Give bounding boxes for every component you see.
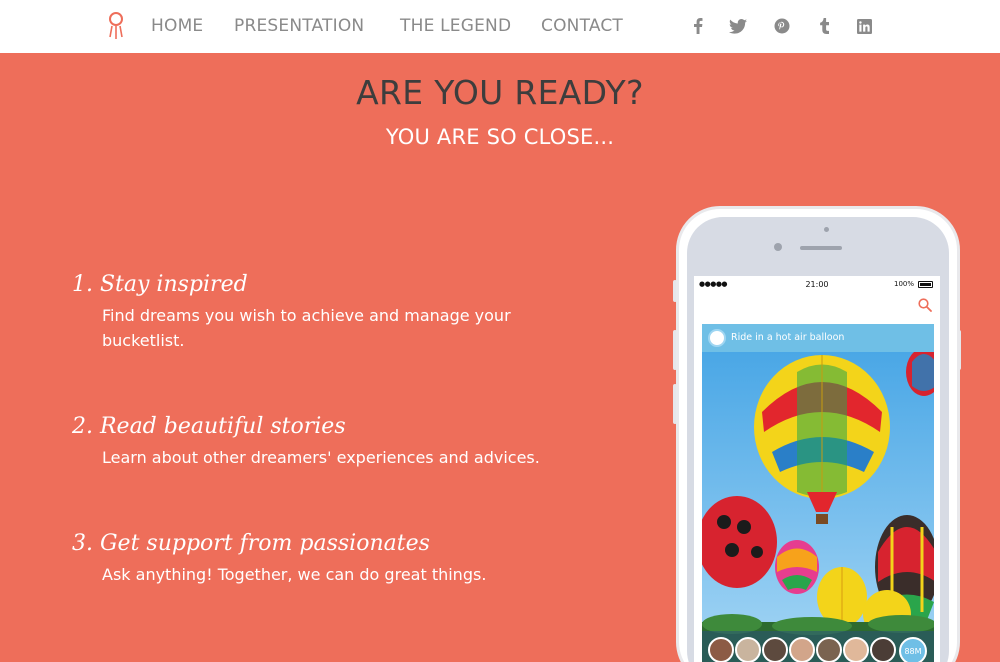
avatar[interactable]: [870, 637, 896, 662]
feature-title-get-support: 3. Get support from passionates: [72, 531, 430, 556]
avatar[interactable]: [789, 637, 815, 662]
participant-avatars: 88M: [702, 631, 934, 662]
page-subtitle: YOU ARE SO CLOSE...: [385, 125, 615, 149]
feature-description: Learn about other dreamers' experiences …: [102, 448, 540, 467]
twitter-icon[interactable]: [728, 16, 748, 36]
search-icon[interactable]: [918, 297, 932, 312]
avatar[interactable]: [708, 637, 734, 662]
dream-card[interactable]: Ride in a hot air balloon 88M: [702, 324, 934, 662]
nav-contact[interactable]: CONTACT: [541, 16, 623, 36]
battery-icon: [918, 281, 933, 288]
feature-description: Ask anything! Together, we can do great …: [102, 565, 487, 584]
nav-home[interactable]: HOME: [151, 16, 203, 36]
phone-sensor: [774, 243, 782, 251]
avatar[interactable]: [816, 637, 842, 662]
nav-the-legend[interactable]: THE LEGEND: [400, 16, 511, 36]
avatar[interactable]: [735, 637, 761, 662]
balloon-badge-icon: [708, 329, 726, 347]
navbar: HOME PRESENTATION THE LEGEND CONTACT: [0, 0, 1000, 53]
battery-percent: 100%: [894, 280, 915, 288]
phone-camera: [824, 227, 829, 232]
card-header: Ride in a hot air balloon: [702, 324, 934, 352]
feature-title-stay-inspired: 1. Stay inspired: [72, 272, 248, 297]
linkedin-icon[interactable]: [854, 16, 874, 36]
feature-description: Find dreams you wish to achieve and mana…: [102, 306, 511, 350]
avatar[interactable]: [843, 637, 869, 662]
status-bar: ●●●●● 21:00 100%: [694, 276, 940, 294]
avatar[interactable]: [762, 637, 788, 662]
phone-speaker: [800, 246, 842, 250]
feature-title-read-stories: 2. Read beautiful stories: [72, 414, 346, 439]
tumblr-icon[interactable]: [814, 16, 834, 36]
facebook-icon[interactable]: [688, 16, 708, 36]
rocket-balloon-icon[interactable]: [107, 12, 125, 40]
phone-screen: ●●●●● 21:00 100% Ride in a hot air ballo…: [694, 276, 940, 662]
page-title: ARE YOU READY?: [356, 73, 644, 112]
nav-presentation[interactable]: PRESENTATION: [234, 16, 364, 36]
pinterest-icon[interactable]: [772, 16, 792, 36]
card-title: Ride in a hot air balloon: [731, 332, 845, 343]
more-participants-badge[interactable]: 88M: [899, 637, 927, 662]
hot-air-balloons-image: [702, 352, 934, 662]
